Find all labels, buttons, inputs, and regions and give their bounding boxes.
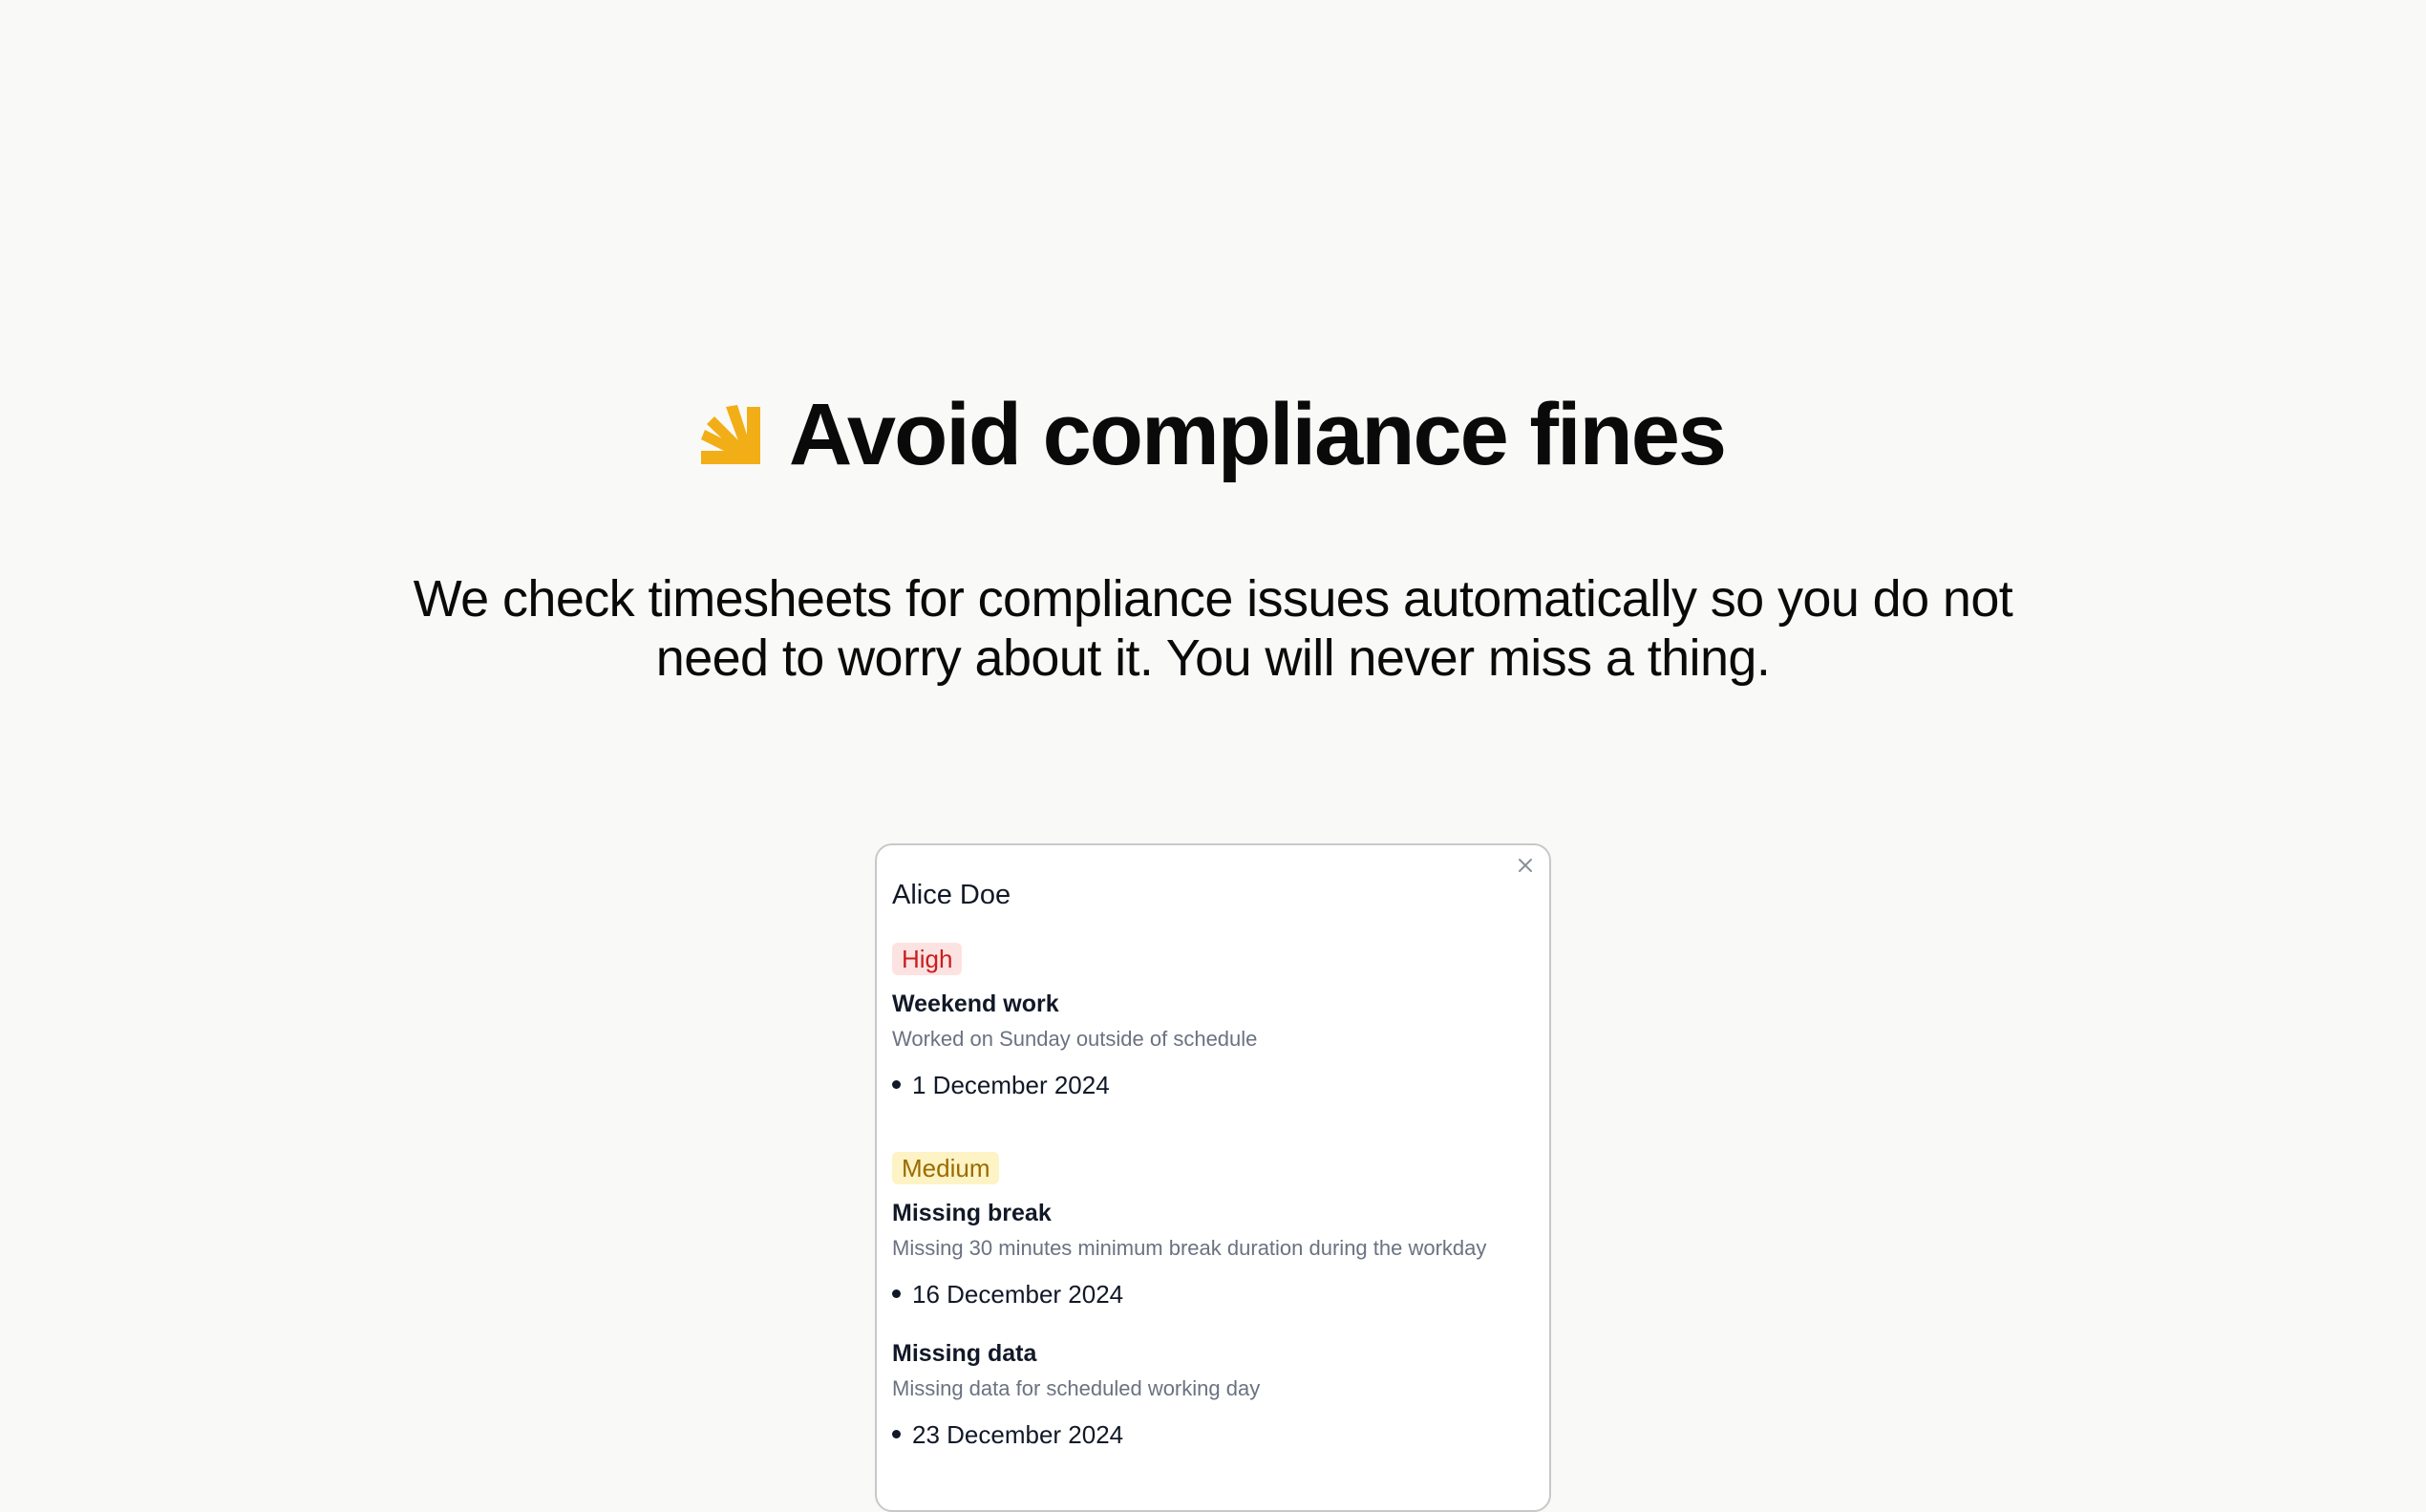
- severity-badge-medium: Medium: [892, 1152, 1000, 1184]
- employee-name: Alice Doe: [892, 880, 1011, 910]
- issue-description: Missing 30 minutes minimum break duratio…: [892, 1236, 1487, 1260]
- bullet-icon: [892, 1429, 901, 1438]
- issue-date-item: 16 December 2024: [892, 1280, 1123, 1310]
- close-icon: [1519, 859, 1532, 872]
- bullet-icon: [892, 1288, 901, 1298]
- page-title: Avoid compliance fines: [788, 386, 1727, 483]
- issue-date: 16 December 2024: [912, 1280, 1124, 1309]
- issue-description: Worked on Sunday outside of schedule: [892, 1027, 1258, 1051]
- bullet-icon: [892, 1079, 901, 1089]
- issue-title: Weekend work: [892, 990, 1059, 1017]
- page-subtitle: We check timesheets for compliance issue…: [413, 570, 2013, 687]
- issue-date: 23 December 2024: [912, 1420, 1124, 1449]
- issue-title: Missing data: [892, 1340, 1037, 1367]
- issue-date-item: 1 December 2024: [892, 1071, 1110, 1100]
- severity-badge-high: High: [892, 943, 963, 975]
- close-button[interactable]: [1511, 851, 1540, 880]
- hero-title: Avoid compliance fines: [0, 377, 2426, 492]
- issue-title: Missing break: [892, 1200, 1052, 1226]
- compliance-card: Alice Doe High Weekend work Worked on Su…: [875, 843, 1551, 1512]
- issue-date-item: 23 December 2024: [892, 1420, 1123, 1450]
- issue-description: Missing data for scheduled working day: [892, 1376, 1261, 1400]
- sunburst-icon: [700, 405, 760, 464]
- issue-date: 1 December 2024: [912, 1071, 1110, 1099]
